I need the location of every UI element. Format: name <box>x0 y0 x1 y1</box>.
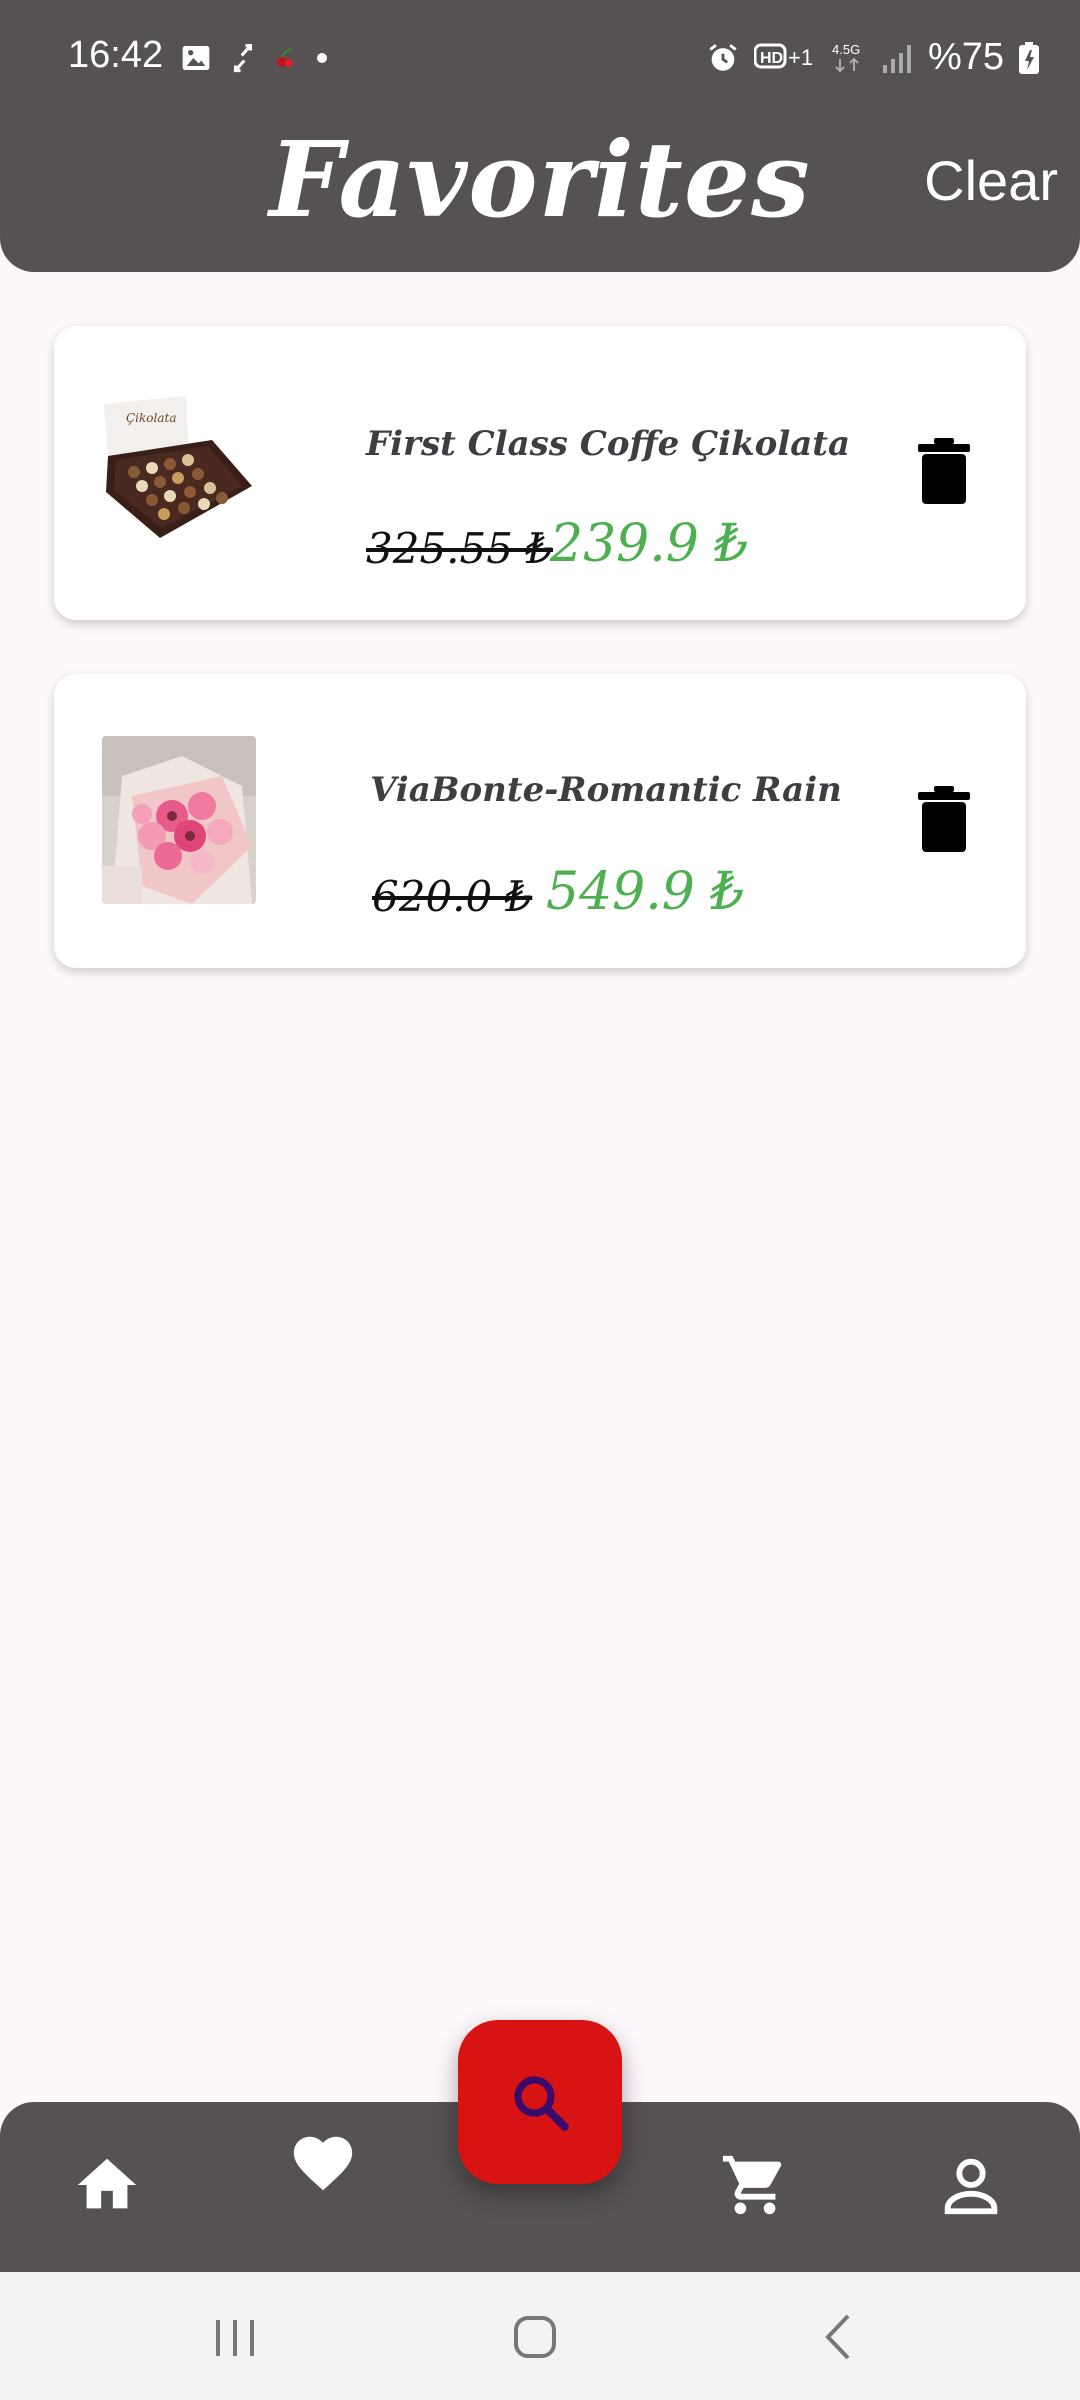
trash-icon[interactable] <box>918 438 970 504</box>
data-4-5g-icon: 4.5G <box>832 42 860 72</box>
clear-button[interactable]: Clear <box>924 148 1058 213</box>
old-price: 620.0 ₺ <box>372 872 533 921</box>
signal-icon <box>882 44 911 73</box>
system-navigation-bar <box>0 2272 1080 2400</box>
heart-icon[interactable] <box>288 2128 358 2198</box>
svg-text:4.5G: 4.5G <box>832 42 860 57</box>
flower-bouquet-image <box>102 736 256 904</box>
svg-text:+1: +1 <box>788 45 813 70</box>
gallery-icon <box>182 46 210 70</box>
status-icons-right: HD +1 4.5G %75 <box>706 36 1040 79</box>
home-icon[interactable] <box>72 2150 142 2220</box>
app-header: 16:42 HD +1 4.5G %75 Favorites Clear <box>0 0 1080 272</box>
person-icon[interactable] <box>936 2150 1006 2220</box>
discount-price: 549.9 ₺ <box>546 862 745 922</box>
cart-icon[interactable] <box>720 2150 790 2220</box>
dot-icon <box>317 53 327 63</box>
search-icon <box>514 2076 569 2131</box>
favorite-item-card[interactable]: ViaBonte-Romantic Rain 620.0 ₺ 549.9 ₺ <box>54 674 1026 968</box>
svg-text:Çikolata: Çikolata <box>126 411 176 425</box>
product-name[interactable]: First Class Coffe Çikolata <box>366 424 850 464</box>
status-time: 16:42 <box>68 34 164 76</box>
sync-icon <box>233 43 253 73</box>
page-title: Favorites <box>269 118 811 241</box>
status-icons-left <box>180 42 328 74</box>
chocolate-box-image: Çikolata <box>102 394 256 542</box>
product-name[interactable]: ViaBonte-Romantic Rain <box>370 770 842 810</box>
battery-charging-icon <box>1019 41 1039 74</box>
back-icon[interactable] <box>804 2302 874 2372</box>
old-price: 325.55 ₺ <box>366 524 554 573</box>
alarm-icon <box>709 43 737 71</box>
home-circle-icon[interactable] <box>500 2302 570 2372</box>
hd-volte-icon: HD +1 <box>753 43 813 70</box>
status-bar: 16:42 HD +1 4.5G %75 <box>0 0 1080 120</box>
cherry-icon <box>277 48 293 67</box>
battery-percent: %75 <box>927 36 1004 78</box>
favorite-item-card[interactable]: Çikolata First Class Coffe Çikolata 325.… <box>54 326 1026 620</box>
discount-price: 239.9 ₺ <box>550 514 749 574</box>
search-fab-button[interactable] <box>458 2020 622 2184</box>
trash-icon[interactable] <box>918 786 970 852</box>
recents-icon[interactable] <box>200 2302 270 2372</box>
svg-text:HD: HD <box>760 50 783 67</box>
